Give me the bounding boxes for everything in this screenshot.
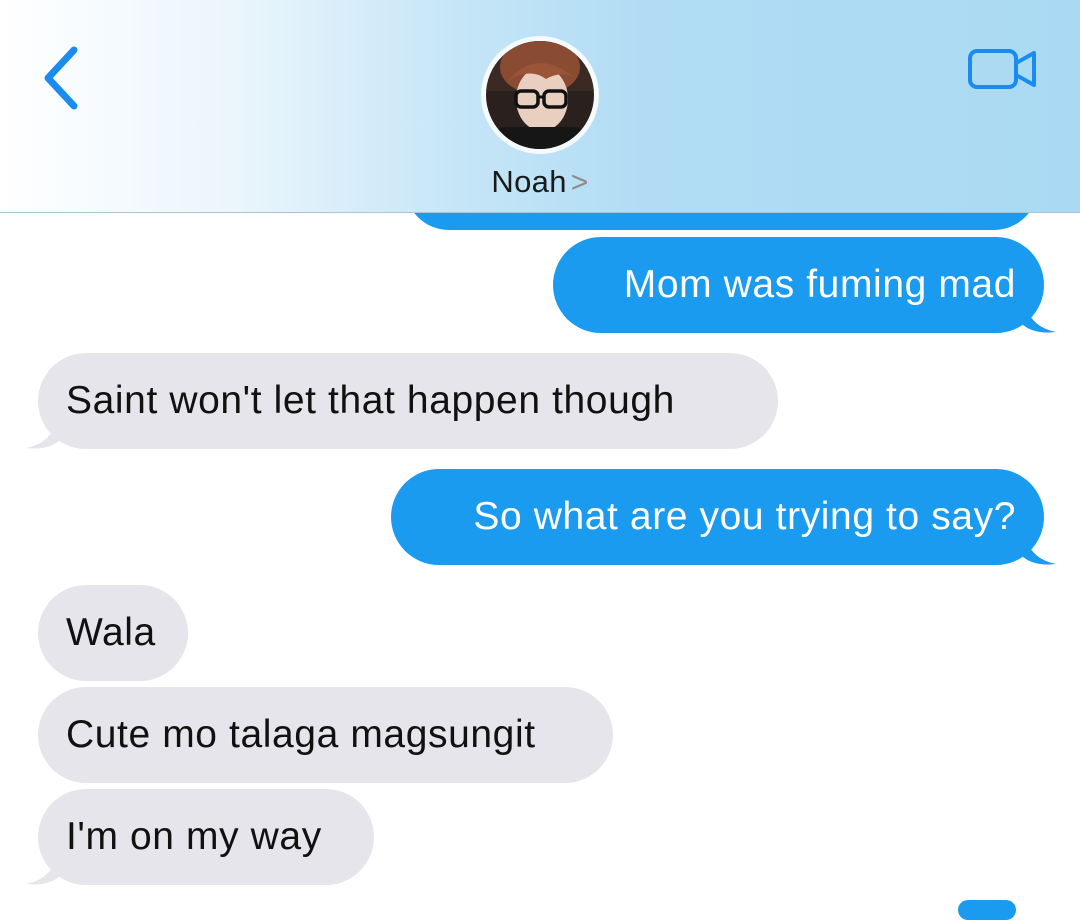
bubble-tail [1022,294,1056,333]
message-text: So what are you trying to say? [473,495,1016,538]
next-message-bubble [958,900,1016,920]
bubble-tail [26,846,60,885]
message-text: Cute mo talaga magsungit [66,713,536,756]
outgoing-message-bubble[interactable]: So what are you trying to say? [391,469,1044,565]
video-camera-icon[interactable] [966,46,1040,92]
incoming-message-bubble[interactable]: Cute mo talaga magsungit [38,687,613,783]
bubble-tail [26,410,60,449]
contact-name-button[interactable]: Noah > [0,164,1080,200]
bubble-tail [1022,526,1056,565]
message-text: Mom was fuming mad [623,263,1016,306]
incoming-message-bubble[interactable]: I'm on my way [38,789,374,885]
chevron-right-icon: > [570,166,589,199]
message-text: Wala [66,611,156,654]
contact-name: Noah [491,164,567,199]
incoming-message-bubble[interactable]: Wala [38,585,188,681]
message-text: I'm on my way [66,815,322,858]
avatar[interactable] [481,36,599,154]
outgoing-message-bubble[interactable]: Mom was fuming mad [553,237,1044,333]
message-text: Saint won't let that happen though [66,379,675,422]
conversation-header: Noah > [0,0,1080,213]
contact-photo [486,41,594,149]
incoming-message-bubble[interactable]: Saint won't let that happen though [38,353,778,449]
chevron-left-icon[interactable] [38,42,86,114]
